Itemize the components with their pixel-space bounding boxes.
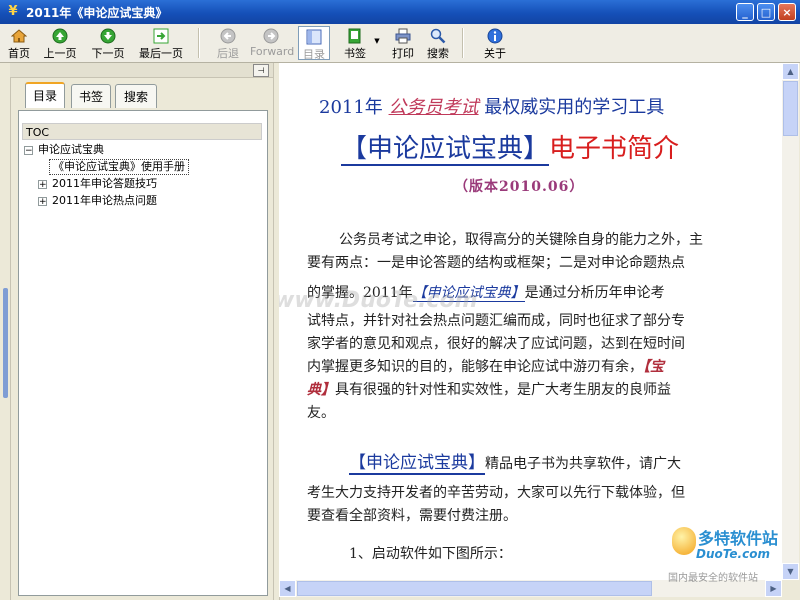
doc-subtitle: 2011年 公务员考试 最权威实用的学习工具 xyxy=(319,93,664,119)
toc-tree: TOC − 申论应试宝典 《申论应试宝典》使用手册 + 2011年申论答题技巧 … xyxy=(18,110,268,596)
doc-version: （版本2010.06） xyxy=(454,179,585,195)
text-span: 内掌握更多知识的目的，能够在申论应试中游刃有余， xyxy=(307,359,643,375)
paragraph-line: 公务员考试之申论，取得高分的关键除自身的能力之外，主 xyxy=(339,232,703,248)
back-label: 后退 xyxy=(217,47,239,60)
chevron-down-icon: ▼ xyxy=(374,37,380,45)
toc-toggle-button[interactable]: 目录 xyxy=(298,26,330,61)
home-icon xyxy=(11,29,27,43)
next-page-button[interactable]: 下一页 xyxy=(88,26,128,60)
text-span: 是通过分析历年申论考 xyxy=(524,285,665,301)
toc-header: TOC xyxy=(22,123,262,140)
book-link[interactable]: 【申论应试宝典】 xyxy=(349,453,485,475)
search-label: 搜索 xyxy=(427,47,449,60)
maximize-button[interactable]: □ xyxy=(757,3,775,21)
tab-toc[interactable]: 目录 xyxy=(25,82,65,108)
watermark: www.DuoTe.com xyxy=(279,288,478,313)
last-page-icon xyxy=(153,28,169,44)
brand-name: 多特软件站 xyxy=(698,529,779,548)
paragraph-line: 要查看全部资料，需要付费注册。 xyxy=(307,508,517,524)
subtitle-tail: 最权威实用的学习工具 xyxy=(484,97,665,118)
prev-page-label: 上一页 xyxy=(43,47,77,60)
bookmark-label: 书签 xyxy=(344,47,366,60)
forward-label: Forward xyxy=(250,45,295,58)
collapse-toggle[interactable]: − xyxy=(24,146,33,156)
close-button[interactable]: × xyxy=(778,3,796,21)
paragraph-line: 要有两点：一是申论答题的结构或框架；二是对申论命题热点 xyxy=(307,255,685,271)
bookmark-icon xyxy=(348,28,361,44)
tree-item-hot-topics[interactable]: 2011年申论热点问题 xyxy=(52,194,157,208)
mascot-icon xyxy=(672,527,696,555)
title-book: 【申论应试宝典】 xyxy=(341,134,550,166)
bookmark-button[interactable]: 书签 xyxy=(338,26,372,60)
subtitle-emphasis: 公务员考试 xyxy=(388,97,479,118)
paragraph-line: 1、启动软件如下图所示： xyxy=(349,546,512,562)
title-intro: 电子书简介 xyxy=(549,134,680,164)
paragraph-line: 内掌握更多知识的目的，能够在申论应试中游刃有余，【宝 xyxy=(307,356,664,379)
paragraph-line: 【申论应试宝典】精品电子书为共享软件，请广大 xyxy=(349,452,681,476)
back-button[interactable]: 后退 xyxy=(212,26,244,60)
text-span: 精品电子书为共享软件，请广大 xyxy=(485,456,681,472)
book-link[interactable]: 典】 xyxy=(307,382,335,398)
tab-bookmarks[interactable]: 书签 xyxy=(71,84,111,108)
arrow-down-icon xyxy=(100,28,116,44)
subtitle-year: 2011年 xyxy=(319,97,383,118)
bookmark-dropdown[interactable]: ▼ xyxy=(372,26,382,60)
forward-button[interactable]: Forward xyxy=(250,26,295,60)
paragraph-line: 试特点，并针对社会热点问题汇编而成，同时也征求了部分专 xyxy=(307,313,685,329)
print-label: 打印 xyxy=(392,47,414,60)
tree-item-manual[interactable]: 《申论应试宝典》使用手册 xyxy=(49,159,189,175)
text-span: 具有很强的针对性和实效性，是广大考生朋友的良师益 xyxy=(335,382,671,398)
back-arrow-icon xyxy=(220,28,236,44)
about-label: 关于 xyxy=(484,47,506,60)
toc-label: 目录 xyxy=(303,48,325,61)
brand-domain: DuoTe.com xyxy=(696,547,770,561)
info-icon xyxy=(487,28,503,44)
app-icon: ¥ xyxy=(8,4,18,19)
toolbar: 首页 上一页 下一页 最后一页 后退 Forward 目录 书签 ▼ 打印 搜索 xyxy=(0,24,800,63)
search-button[interactable]: 搜索 xyxy=(423,26,453,60)
tab-search[interactable]: 搜索 xyxy=(115,84,157,108)
doc-title: 【申论应试宝典】电子书简介 xyxy=(341,128,680,166)
toolbar-separator xyxy=(198,28,200,58)
expand-toggle[interactable]: + xyxy=(38,180,47,190)
scroll-up-icon[interactable]: ▲ xyxy=(782,63,799,80)
book-link[interactable]: 【宝 xyxy=(643,359,664,375)
panel-grip[interactable] xyxy=(3,288,8,398)
arrow-up-icon xyxy=(52,28,68,44)
site-watermark: 多特软件站 DuoTe.com 国内最安全的软件站 xyxy=(668,525,796,585)
window-title: 2011年《申论应试宝典》 xyxy=(26,6,168,20)
search-icon xyxy=(430,28,446,44)
expand-toggle[interactable]: + xyxy=(38,197,47,207)
prev-page-button[interactable]: 上一页 xyxy=(40,26,80,60)
minimize-button[interactable]: _ xyxy=(736,3,754,21)
forward-arrow-icon xyxy=(263,28,279,44)
scroll-left-icon[interactable]: ◀ xyxy=(279,580,296,597)
paragraph-line: 家学者的意见和观点，很好的解决了应试问题，达到在短时间 xyxy=(307,336,685,352)
about-button[interactable]: 关于 xyxy=(480,26,510,60)
next-page-label: 下一页 xyxy=(91,47,125,60)
printer-icon xyxy=(395,28,411,44)
vertical-scrollbar[interactable]: ▲ ▼ xyxy=(782,63,799,580)
last-page-label: 最后一页 xyxy=(139,47,183,60)
paragraph-line: 友。 xyxy=(307,405,335,421)
scroll-thumb[interactable] xyxy=(297,581,652,596)
toc-panel-icon xyxy=(306,29,322,45)
tree-item-root[interactable]: 申论应试宝典 xyxy=(38,143,104,157)
home-button[interactable]: 首页 xyxy=(4,26,34,60)
document-view: 2011年 公务员考试 最权威实用的学习工具 【申论应试宝典】电子书简介 （版本… xyxy=(279,63,782,580)
brand-slogan: 国内最安全的软件站 xyxy=(668,573,758,584)
home-label: 首页 xyxy=(8,47,30,60)
tree-item-techniques[interactable]: 2011年申论答题技巧 xyxy=(52,177,157,191)
print-button[interactable]: 打印 xyxy=(389,26,417,60)
last-page-button[interactable]: 最后一页 xyxy=(135,26,187,60)
scroll-thumb[interactable] xyxy=(783,81,798,136)
panel-header: ⊣ xyxy=(10,63,273,78)
paragraph-line: 考生大力支持开发者的辛苦劳动，大家可以先行下载体验，但 xyxy=(307,485,685,501)
paragraph-line: 典】具有很强的针对性和实效性，是广大考生朋友的良师益 xyxy=(307,379,671,402)
pin-icon[interactable]: ⊣ xyxy=(253,64,269,77)
toolbar-separator xyxy=(462,28,464,58)
left-edge-bar xyxy=(0,63,11,600)
title-bar: ¥ 2011年《申论应试宝典》 _ □ × xyxy=(0,0,800,24)
